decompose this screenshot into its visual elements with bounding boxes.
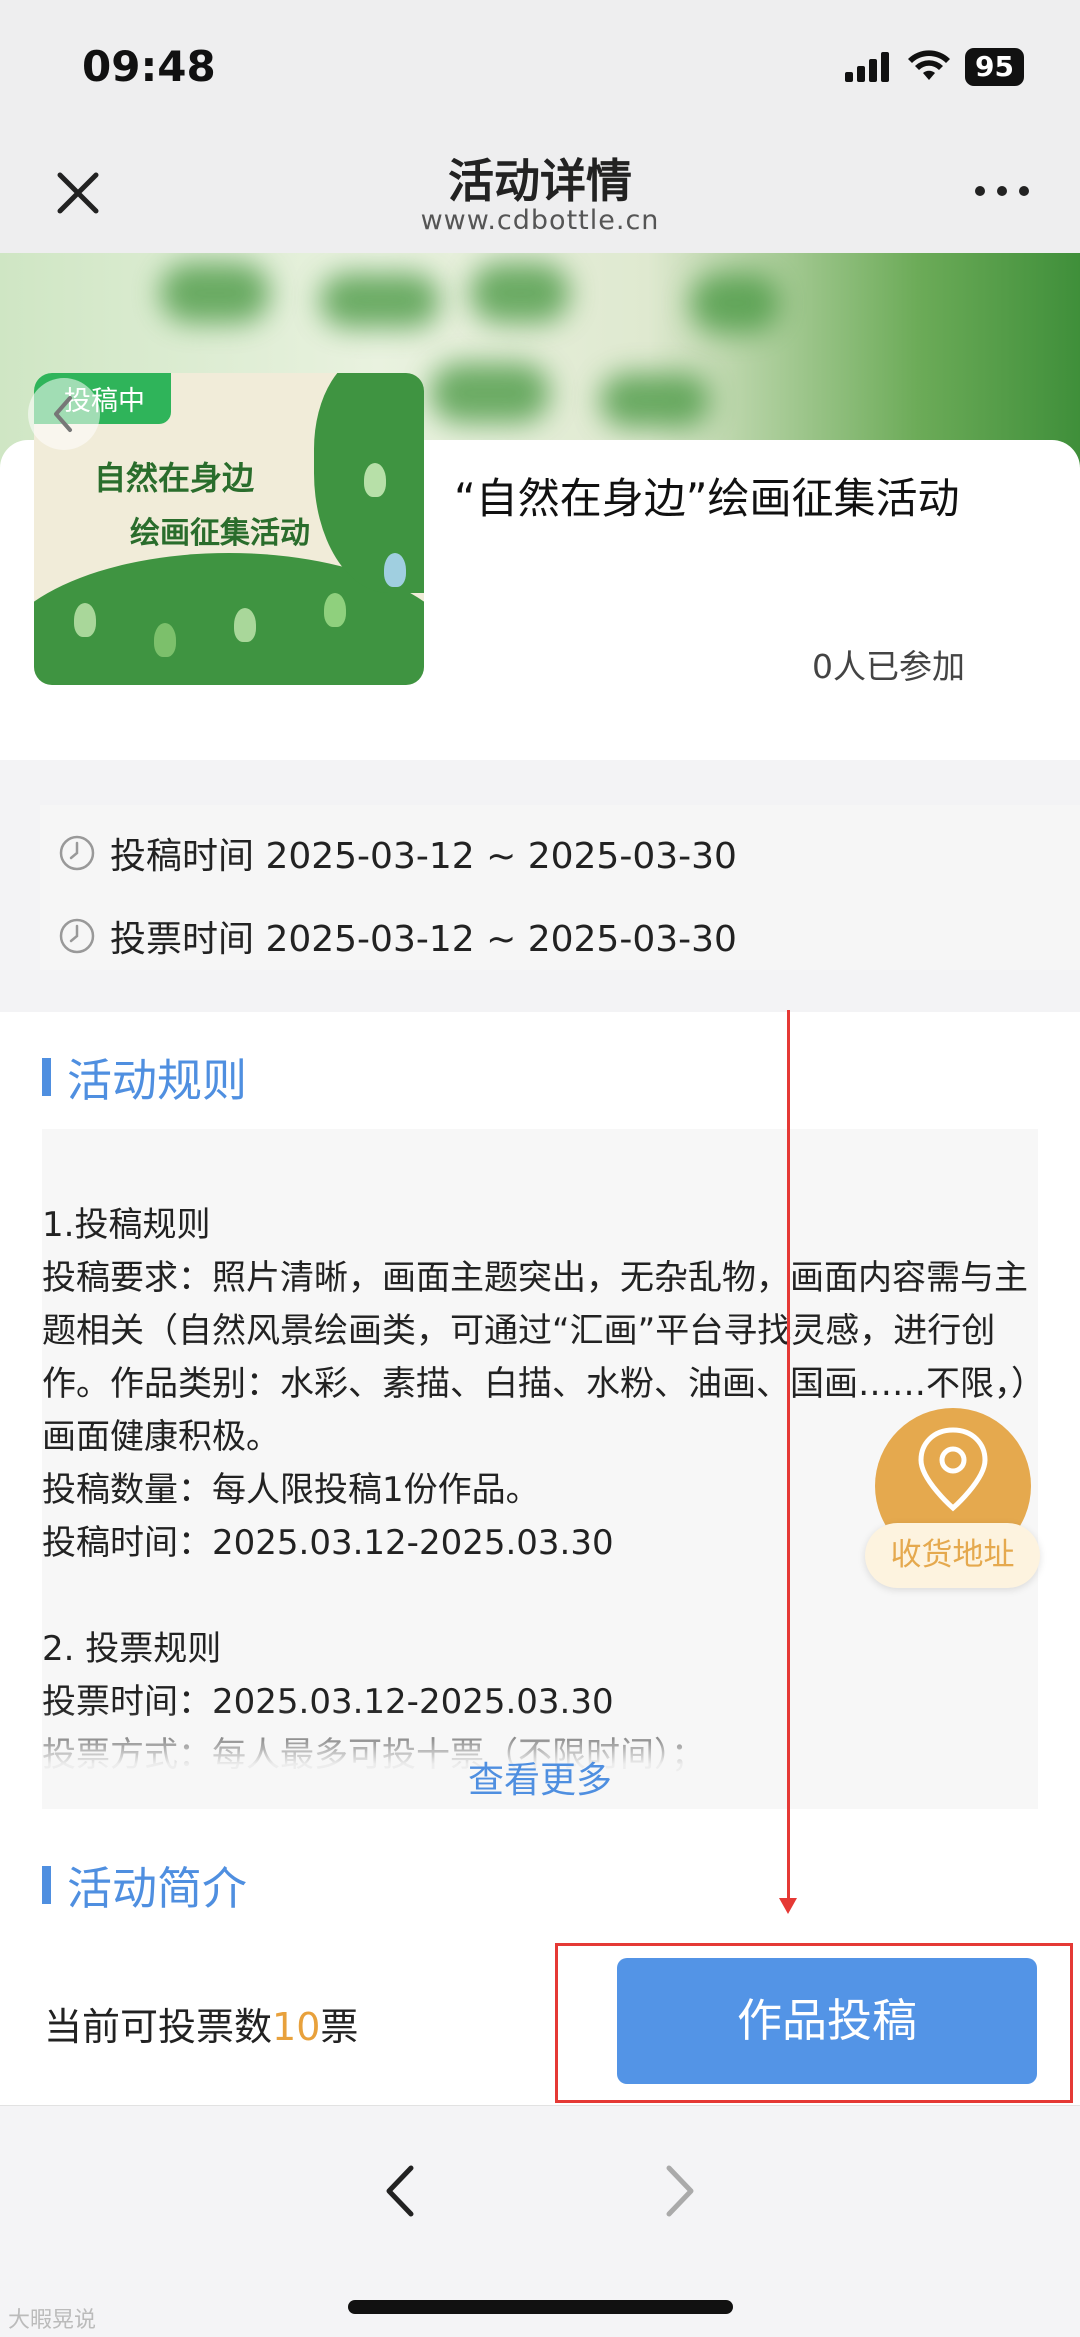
watermark: 大暇晃说 (8, 2308, 97, 2333)
voting-time: 投票时间 2025-03-12 ~ 2025-03-30 (110, 919, 737, 960)
cover-title-line2: 绘画征集活动 (130, 516, 310, 551)
cover-title-line1: 自然在身边 (94, 459, 255, 497)
annotation-highlight-box (555, 1943, 1073, 2103)
submission-time: 投稿时间 2025-03-12 ~ 2025-03-30 (110, 836, 737, 877)
intro-section: 活动简介 (0, 1820, 1080, 1940)
participant-count: 0人已参加 (812, 647, 965, 686)
clock-icon (59, 835, 95, 871)
cover-tree (364, 463, 386, 497)
rules-heading: 活动规则 (42, 1044, 247, 1109)
back-button[interactable] (28, 378, 100, 450)
status-icons: 95 (843, 48, 1024, 86)
nav-bar: 活动详情 www.cdbottle.cn (0, 135, 1080, 253)
back-arrow-icon[interactable] (375, 2156, 425, 2226)
cover-tree (234, 608, 256, 642)
section-marker (42, 1865, 51, 1904)
vote-count-text: 当前可投票数10票 (44, 1996, 358, 2051)
battery-indicator: 95 (965, 48, 1024, 86)
signal-icon (845, 52, 890, 82)
page-title: 活动详情 (448, 154, 632, 208)
intro-heading: 活动简介 (42, 1852, 247, 1917)
vote-suffix: 票 (320, 2005, 359, 2049)
chevron-left-icon (54, 396, 72, 432)
submission-time-row: 投稿时间 2025-03-12 ~ 2025-03-30 (58, 827, 737, 879)
intro-heading-text: 活动简介 (67, 1862, 248, 1915)
annotation-arrow-line (787, 1010, 790, 1905)
activity-title: “自然在身边”绘画征集活动 (454, 474, 960, 523)
wifi-icon (908, 50, 951, 80)
section-marker (42, 1057, 51, 1096)
cover-tree (324, 593, 346, 627)
cover-tree (384, 553, 406, 587)
cover-tree (74, 603, 96, 637)
vote-prefix: 当前可投票数 (44, 2005, 273, 2049)
status-time: 09:48 (82, 42, 216, 91)
clock-icon (59, 918, 95, 954)
address-label[interactable]: 收货地址 (865, 1523, 1040, 1588)
time-card: 投稿时间 2025-03-12 ~ 2025-03-30 投票时间 2025-0… (40, 805, 1080, 970)
vote-count: 10 (272, 2005, 321, 2049)
status-bar: 09:48 95 (0, 0, 1080, 135)
annotation-arrow-head (779, 1898, 797, 1914)
more-options-icon[interactable] (972, 179, 1032, 203)
cover-tree (154, 623, 176, 657)
rules-heading-text: 活动规则 (67, 1054, 248, 1107)
home-indicator (348, 2300, 733, 2314)
page-domain: www.cdbottle.cn (420, 205, 660, 236)
location-pin-icon (918, 1427, 988, 1512)
voting-time-row: 投票时间 2025-03-12 ~ 2025-03-30 (58, 910, 737, 962)
forward-arrow-icon[interactable] (655, 2156, 705, 2226)
see-more-link[interactable]: 查看更多 (42, 1751, 1038, 1803)
